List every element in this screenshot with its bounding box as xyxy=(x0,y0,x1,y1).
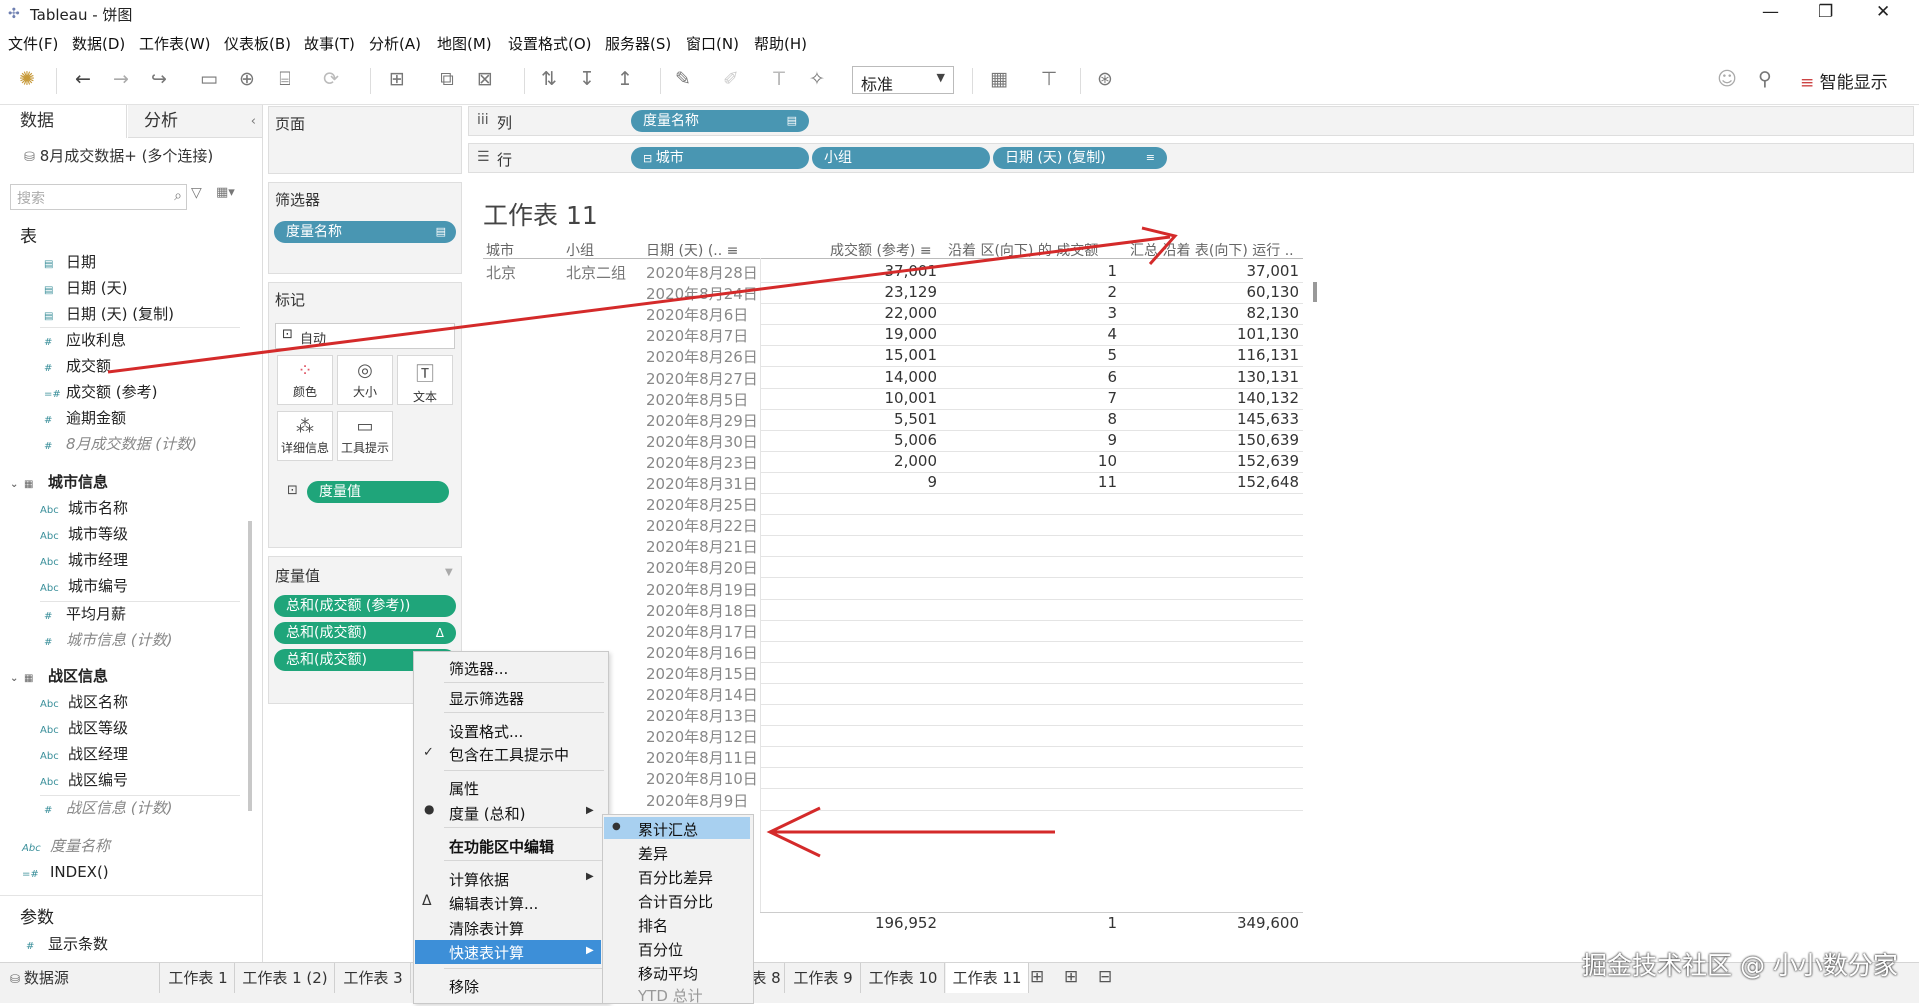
menu-separator xyxy=(444,860,604,861)
tab-label: 表 8 xyxy=(751,969,781,987)
menu-separator xyxy=(444,682,604,683)
submenu-item-moving-average[interactable]: 移动平均 xyxy=(638,963,698,984)
tab-label: 工作表 10 xyxy=(868,969,938,987)
tab-sheet-1[interactable]: 工作表 1 xyxy=(162,963,235,993)
menu-item-edit-table-calc[interactable]: 编辑表计算... xyxy=(449,893,538,914)
arrow-head-running-total xyxy=(1141,226,1178,265)
tab-sheet-3[interactable]: 工作表 3 xyxy=(336,963,411,993)
menu-separator xyxy=(444,712,604,713)
tab-sheet-10[interactable]: 工作表 10 xyxy=(862,963,945,993)
bullet-icon: ● xyxy=(612,821,621,832)
new-dashboard-icon[interactable]: ⊞ xyxy=(1064,967,1078,987)
new-story-icon[interactable]: ⊟ xyxy=(1098,967,1112,987)
menu-item-clear-table-calc[interactable]: 清除表计算 xyxy=(449,918,524,939)
menu-item-quick-table-calc[interactable]: 快速表计算 ▶ xyxy=(415,940,601,964)
tab-label: 工作表 3 xyxy=(343,969,403,987)
menu-item-compute-using[interactable]: 计算依据 xyxy=(449,869,509,890)
submenu-item-running-total[interactable]: ● 累计汇总 xyxy=(604,817,750,839)
bullet-icon: ● xyxy=(424,802,435,816)
menu-item-include-tooltip[interactable]: 包含在工具提示中 xyxy=(449,744,569,765)
quick-table-calc-submenu: ● 累计汇总 差异 百分比差异 合计百分比 排名 百分位 移动平均 YTD 总计 xyxy=(602,814,754,1006)
menu-item-format[interactable]: 设置格式... xyxy=(449,721,523,742)
menu-item-measure-sum[interactable]: 度量 (总和) xyxy=(449,803,525,824)
tab-sheet-1-2[interactable]: 工作表 1 (2) xyxy=(236,963,335,993)
menu-item-edit-in-shelf[interactable]: 在功能区中编辑 xyxy=(449,836,554,857)
tab-datasource[interactable]: ⛁ 数据源 xyxy=(0,963,160,993)
tab-label: 工作表 11 xyxy=(952,969,1022,987)
menu-item-properties[interactable]: 属性 xyxy=(449,778,479,799)
new-worksheet-icon[interactable]: ⊞ xyxy=(1030,967,1044,987)
context-menu: 筛选器... 显示筛选器 设置格式... ✓ 包含在工具提示中 属性 ● 度量 … xyxy=(413,651,609,1004)
tab-label: 数据源 xyxy=(23,969,69,987)
tab-label: 工作表 1 (2) xyxy=(242,969,328,987)
submenu-arrow-icon: ▶ xyxy=(586,871,594,882)
annotation-arrows xyxy=(107,226,1178,858)
menu-item-filter[interactable]: 筛选器... xyxy=(449,658,508,679)
quick-table-calc-label: 快速表计算 xyxy=(449,944,525,962)
submenu-arrow-icon: ▶ xyxy=(586,945,594,956)
menu-separator xyxy=(444,827,604,828)
check-icon: ✓ xyxy=(423,745,434,760)
submenu-arrow-icon: ▶ xyxy=(586,805,594,816)
submenu-item-rank[interactable]: 排名 xyxy=(638,915,668,936)
tab-sheet-11[interactable]: 工作表 11 xyxy=(946,963,1029,993)
submenu-item-ytd-total[interactable]: YTD 总计 xyxy=(638,985,703,1006)
menu-item-show-filter[interactable]: 显示筛选器 xyxy=(449,688,524,709)
datasource-icon: ⛁ xyxy=(10,972,24,986)
watermark: 掘金技术社区 @ 小小数分家 xyxy=(1582,951,1898,980)
submenu-item-percent-of-total[interactable]: 合计百分比 xyxy=(638,891,713,912)
arrow-line-to-running-total xyxy=(107,235,1171,374)
tab-label: 工作表 9 xyxy=(793,969,853,987)
delta-icon: Δ xyxy=(422,893,432,909)
tab-sheet-9[interactable]: 工作表 9 xyxy=(786,963,861,993)
menu-separator xyxy=(444,968,604,969)
submenu-item-percent-difference[interactable]: 百分比差异 xyxy=(638,867,713,888)
menu-item-remove[interactable]: 移除 xyxy=(449,976,479,997)
tab-label: 工作表 1 xyxy=(168,969,228,987)
submenu-item-difference[interactable]: 差异 xyxy=(638,843,668,864)
running-total-label: 累计汇总 xyxy=(638,821,699,839)
submenu-item-percentile[interactable]: 百分位 xyxy=(638,939,683,960)
menu-separator xyxy=(444,770,604,771)
